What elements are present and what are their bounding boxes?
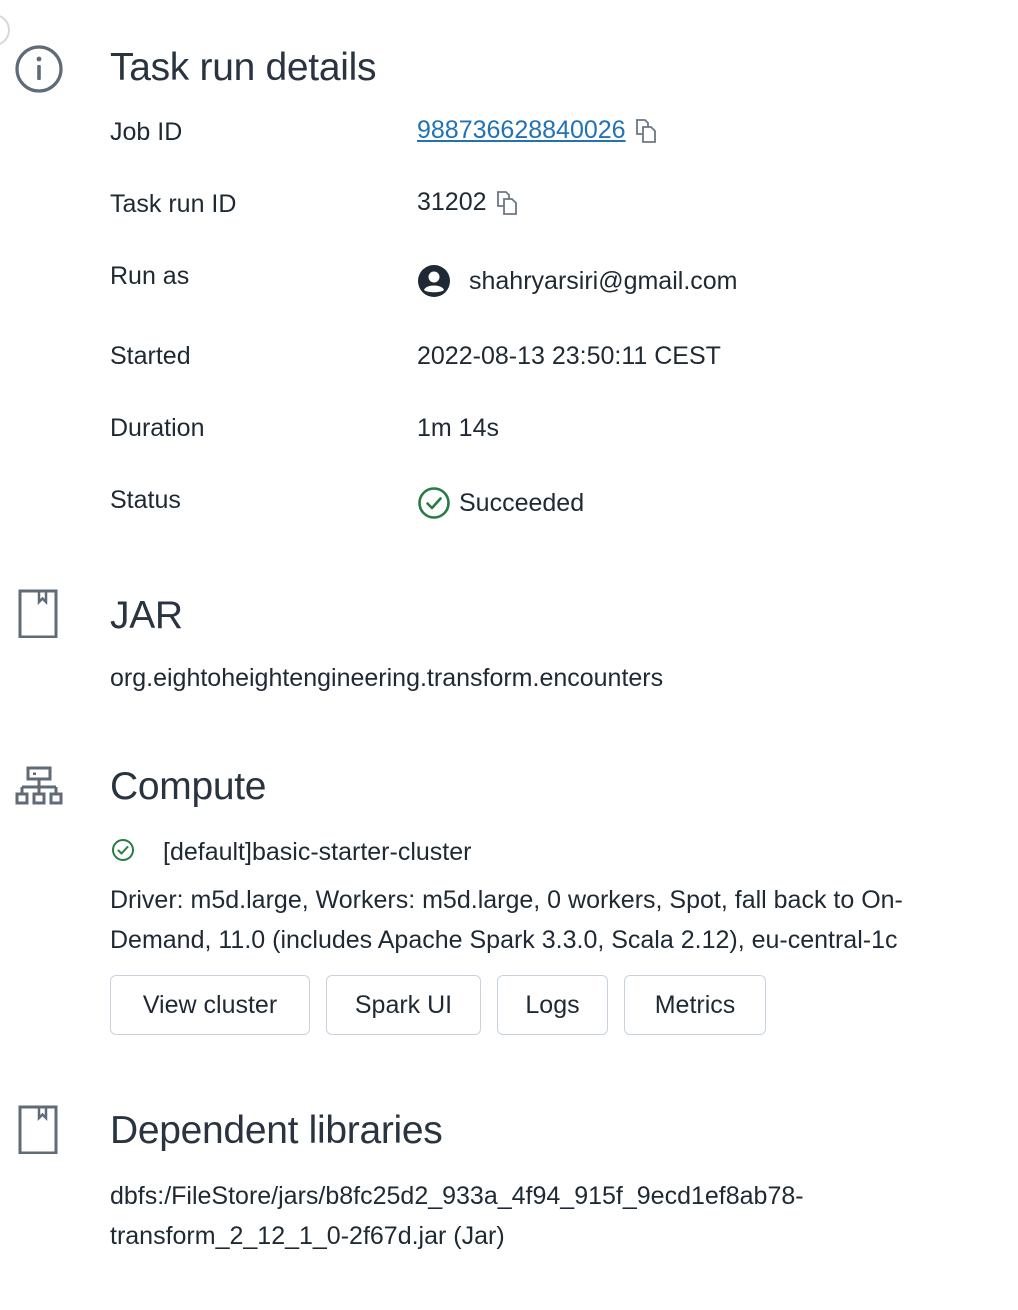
job-id-link[interactable]: 988736628840026 (417, 116, 626, 145)
success-check-icon (418, 487, 450, 519)
status-value: Succeeded (417, 486, 584, 520)
logs-button[interactable]: Logs (497, 975, 608, 1035)
started-value: 2022-08-13 23:50:11 CEST (417, 342, 721, 370)
run-as-label: Run as (110, 262, 190, 290)
cluster-icon (15, 766, 63, 805)
cluster-running-check-icon (112, 839, 134, 861)
copy-icon[interactable] (493, 189, 521, 217)
jar-title: JAR (110, 594, 183, 637)
run-as-email: shahryarsiri@gmail.com (469, 266, 738, 295)
user-avatar-icon (418, 265, 450, 297)
status-label: Status (110, 486, 181, 514)
view-cluster-button[interactable]: View cluster (110, 975, 310, 1035)
compute-button-group: View cluster Spark UI Logs Metrics (110, 975, 810, 1039)
dependent-libraries-title: Dependent libraries (110, 1109, 443, 1152)
task-run-id-label: Task run ID (110, 190, 237, 218)
cluster-description: Driver: m5d.large, Workers: m5d.large, 0… (110, 886, 903, 954)
task-run-id-text: 31202 (417, 188, 487, 216)
jar-main-class: org.eightoheightengineering.transform.en… (110, 664, 664, 692)
copy-icon[interactable] (632, 117, 660, 145)
task-run-details-title: Task run details (110, 46, 377, 89)
book-icon (18, 1105, 58, 1154)
run-as-value: shahryarsiri@gmail.com (417, 264, 738, 298)
metrics-button[interactable]: Metrics (624, 975, 766, 1035)
compute-title: Compute (110, 765, 267, 808)
started-label: Started (110, 342, 191, 370)
info-icon (15, 45, 63, 93)
status-text: Succeeded (459, 488, 585, 517)
partial-circle-decoration (0, 14, 10, 46)
duration-value: 1m 14s (417, 414, 499, 442)
task-run-id-value: 31202 (417, 188, 521, 217)
book-icon (18, 589, 58, 638)
dependent-library-item: dbfs:/FileStore/jars/b8fc25d2_933a_4f94_… (110, 1182, 804, 1250)
cluster-name[interactable]: [default]basic-starter-cluster (163, 832, 471, 872)
duration-label: Duration (110, 414, 205, 442)
spark-ui-button[interactable]: Spark UI (326, 975, 481, 1035)
job-id-label: Job ID (110, 118, 183, 146)
job-id-value: 988736628840026 (417, 116, 660, 145)
